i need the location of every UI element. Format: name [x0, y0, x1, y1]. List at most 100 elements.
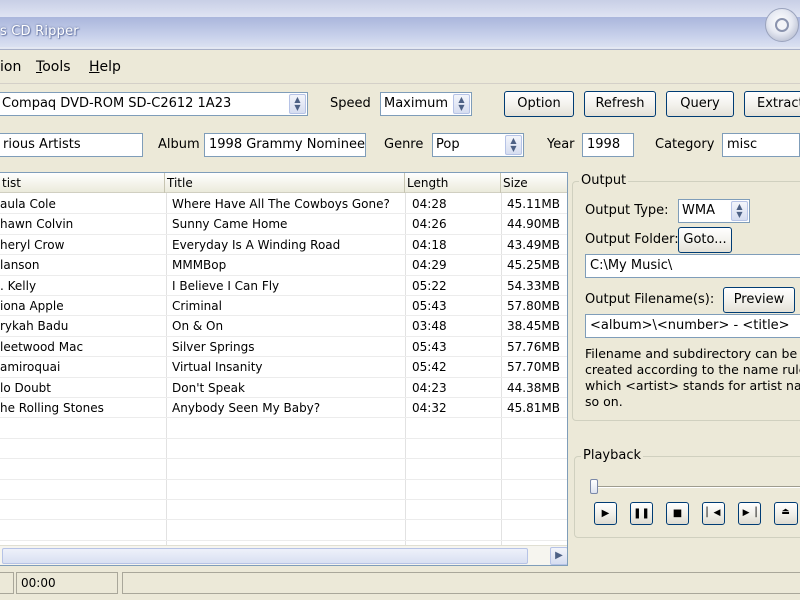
- title-bar-stripe: [0, 17, 800, 47]
- cell-title: Sunny Came Home: [172, 217, 288, 232]
- cell-artist: he Rolling Stones: [0, 401, 104, 415]
- table-row[interactable]: lanson MMMBop 04:29 45.25MB: [0, 255, 567, 275]
- cell-title: Anybody Seen My Baby?: [172, 401, 321, 415]
- output-type-value: WMA: [682, 203, 715, 218]
- chevron-updown-icon[interactable]: ▲ ▼: [731, 201, 748, 221]
- category-field[interactable]: misc: [722, 133, 800, 157]
- drive-select[interactable]: Compaq DVD-ROM SD-C2612 1A23 ▲ ▼: [0, 92, 308, 116]
- menu-item-label: elp: [99, 59, 121, 75]
- speed-select[interactable]: Maximum ▲ ▼: [380, 92, 472, 116]
- stop-button[interactable]: ■: [666, 502, 689, 525]
- cell-size: 57.80MB: [507, 299, 560, 313]
- cell-length: 05:43: [412, 339, 447, 354]
- output-type-label: Output Type:: [585, 203, 669, 218]
- table-row[interactable]: iona Apple Criminal 05:43 57.80MB: [0, 296, 567, 316]
- cell-size: 45.25MB: [507, 258, 560, 273]
- play-button[interactable]: ▶: [594, 502, 617, 525]
- output-type-select[interactable]: WMA ▲ ▼: [678, 199, 750, 223]
- genre-select[interactable]: Pop ▲ ▼: [432, 133, 524, 157]
- cell-size: 43.49MB: [507, 237, 560, 252]
- category-label: Category: [655, 137, 715, 152]
- output-filename-field[interactable]: <album>\<number> - <title>: [585, 314, 800, 338]
- table-row[interactable]: aula Cole Where Have All The Cowboys Gone…: [0, 194, 567, 214]
- close-button[interactable]: [765, 8, 799, 42]
- status-bar: 00:00: [0, 568, 800, 600]
- cell-title: Silver Springs: [172, 339, 255, 354]
- cell-artist: aula Cole: [0, 197, 56, 211]
- pause-button[interactable]: ❚❚: [630, 502, 653, 525]
- next-track-icon: ▶▕: [742, 508, 757, 518]
- cell-size: 54.33MB: [507, 278, 560, 293]
- cell-artist: rykah Badu: [0, 319, 69, 334]
- year-field[interactable]: 1998: [582, 133, 634, 157]
- menu-accelerator: H: [89, 59, 100, 75]
- artist-field[interactable]: rious Artists: [0, 133, 143, 157]
- option-button[interactable]: Option: [504, 91, 574, 117]
- table-row[interactable]: rykah Badu On & On 03:48 38.45MB: [0, 316, 567, 336]
- cell-artist: hawn Colvin: [0, 217, 74, 232]
- column-header-length[interactable]: Length: [405, 173, 501, 193]
- track-list[interactable]: tist Title Length Size aula Cole Where Ha…: [0, 172, 568, 566]
- previous-track-button[interactable]: ▏◀: [702, 502, 725, 525]
- eject-button[interactable]: ⏏: [774, 502, 798, 525]
- extract-button[interactable]: Extract: [744, 91, 800, 117]
- table-row[interactable]: lo Doubt Don't Speak 04:23 44.38MB: [0, 378, 567, 398]
- cell-length: 04:29: [412, 258, 447, 273]
- cell-length: 04:28: [412, 197, 447, 211]
- table-row[interactable]: . Kelly I Believe I Can Fly 05:22 54.33MB: [0, 276, 567, 296]
- output-help-line-1: Filename and subdirectory can be: [585, 346, 798, 361]
- menu-item-label: ion: [0, 59, 22, 75]
- chevron-updown-icon[interactable]: ▲ ▼: [505, 135, 522, 155]
- cell-title: I Believe I Can Fly: [172, 278, 280, 293]
- menu-item-help[interactable]: Help: [89, 59, 121, 75]
- next-track-button[interactable]: ▶▕: [738, 502, 761, 525]
- table-row[interactable]: heryl Crow Everyday Is A Winding Road 04:1…: [0, 235, 567, 255]
- table-row[interactable]: hawn Colvin Sunny Came Home 04:26 44.90MB: [0, 214, 567, 234]
- table-row[interactable]: amiroquai Virtual Insanity 05:42 57.70MB: [0, 357, 567, 377]
- cell-length: 05:43: [412, 299, 447, 313]
- cell-artist: lo Doubt: [0, 380, 51, 395]
- query-button[interactable]: Query: [666, 91, 734, 117]
- preview-button[interactable]: Preview: [723, 287, 795, 313]
- cell-size: 45.81MB: [507, 401, 560, 415]
- cell-size: 38.45MB: [507, 319, 560, 334]
- cell-length: 04:18: [412, 237, 447, 252]
- cell-title: Everyday Is A Winding Road: [172, 237, 341, 252]
- speed-label: Speed: [330, 96, 371, 111]
- output-folder-field[interactable]: C:\My Music\: [585, 254, 800, 278]
- output-filename-label: Output Filename(s):: [585, 292, 715, 307]
- cell-title: Virtual Insanity: [172, 360, 263, 375]
- playback-seek-slider[interactable]: [590, 479, 598, 494]
- album-field[interactable]: 1998 Grammy Nominees: [204, 133, 366, 157]
- chevron-updown-icon[interactable]: ▲ ▼: [289, 94, 306, 114]
- menu-item-tools[interactable]: Tools: [36, 59, 71, 75]
- scrollbar-thumb[interactable]: [2, 548, 528, 564]
- menu-item-label: ools: [42, 59, 71, 75]
- output-help-line-3: which <artist> stands for artist name: [585, 378, 800, 393]
- output-group: Output Output Type: WMA ▲ ▼ Output Folder…: [572, 173, 800, 421]
- playback-group: Playback: [574, 448, 800, 538]
- eject-icon: ⏏: [781, 507, 790, 517]
- row-divider: [0, 478, 567, 480]
- refresh-button[interactable]: Refresh: [584, 91, 656, 117]
- row-divider: [0, 458, 567, 460]
- playback-group-title: Playback: [581, 448, 644, 463]
- cell-length: 04:26: [412, 217, 447, 232]
- cell-artist: amiroquai: [0, 360, 61, 375]
- column-header-title[interactable]: Title: [165, 173, 405, 193]
- cell-title: Criminal: [172, 299, 222, 313]
- horizontal-scrollbar[interactable]: ▶: [0, 545, 567, 565]
- row-divider: [0, 539, 567, 541]
- table-row[interactable]: he Rolling Stones Anybody Seen My Baby? 04…: [0, 398, 567, 418]
- column-header-artist[interactable]: tist: [0, 173, 165, 193]
- output-folder-label: Output Folder:: [585, 232, 679, 247]
- status-panel-left: [0, 572, 14, 594]
- goto-button[interactable]: Goto...: [678, 227, 732, 253]
- window-title: s CD Ripper: [0, 24, 79, 39]
- table-row[interactable]: leetwood Mac Silver Springs 05:43 57.76MB: [0, 337, 567, 357]
- menu-item-action[interactable]: ion: [0, 59, 21, 75]
- column-header-size[interactable]: Size: [501, 173, 567, 193]
- playback-seek-track: [590, 486, 800, 488]
- chevron-updown-icon[interactable]: ▲ ▼: [453, 94, 470, 114]
- scroll-right-icon[interactable]: ▶: [550, 547, 567, 565]
